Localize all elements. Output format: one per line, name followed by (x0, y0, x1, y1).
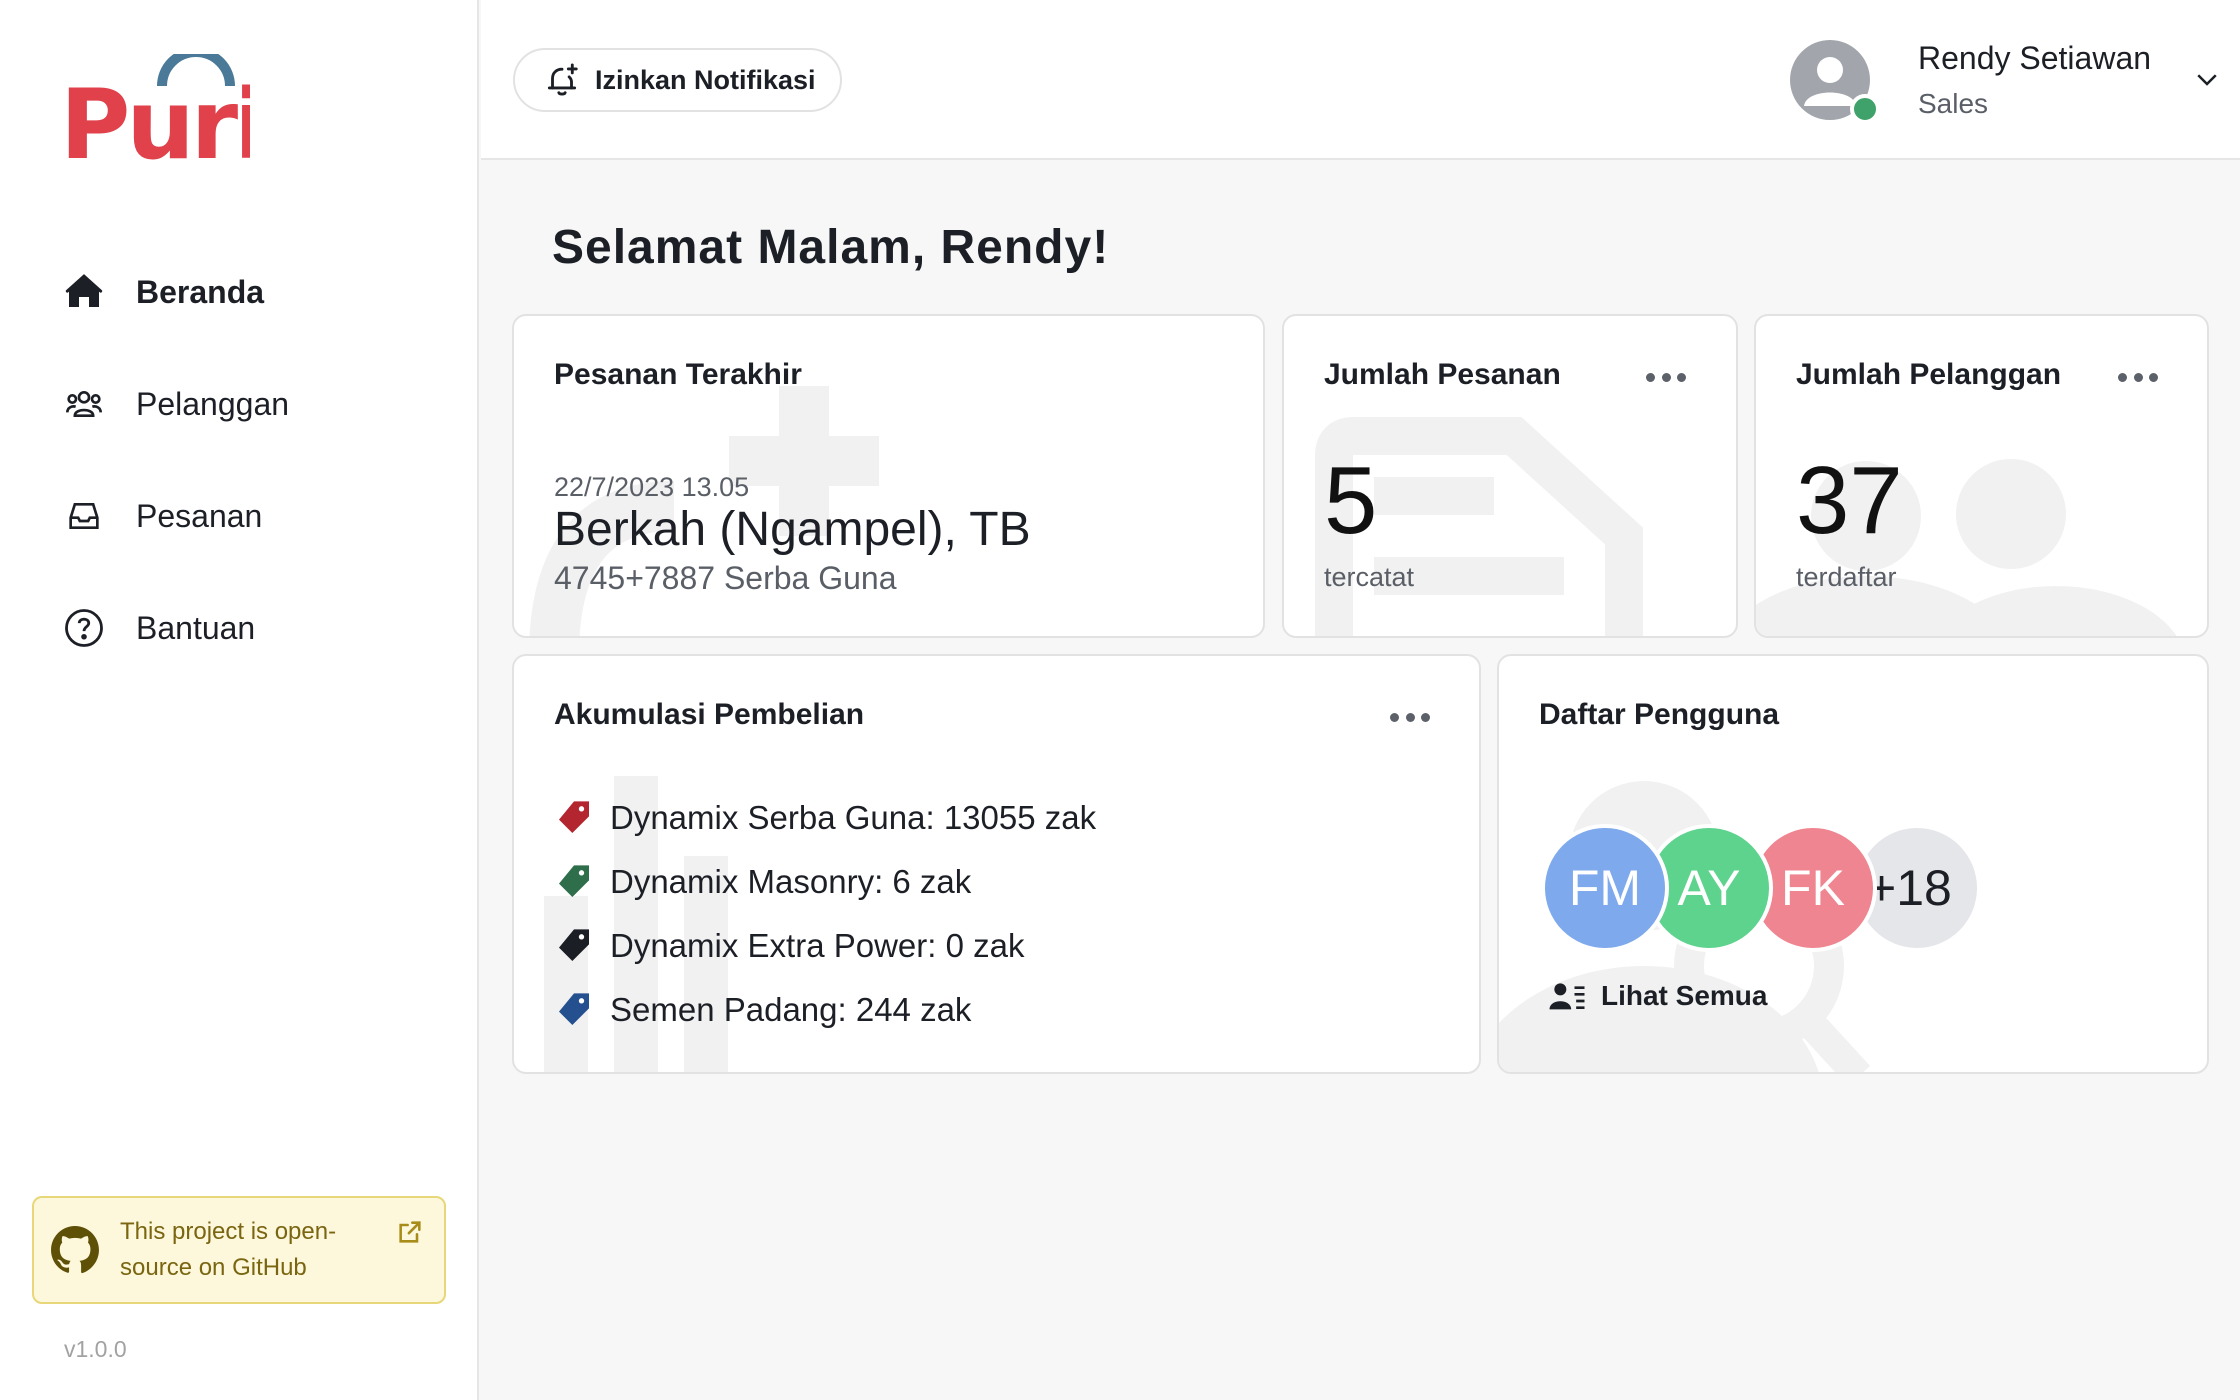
order-count-caption: tercatat (1324, 562, 1415, 592)
users-icon (60, 380, 108, 428)
list-item: Dynamix Masonry: 6 zak (554, 850, 1096, 914)
top-header: Izinkan Notifikasi Rendy Setiawan Sales (481, 0, 2240, 160)
online-status-dot (1850, 94, 1880, 124)
order-count-value: 5 (1324, 447, 1378, 554)
user-role: Sales (1918, 88, 1989, 119)
user-menu[interactable]: Rendy Setiawan Sales (1790, 34, 2230, 134)
more-options-button[interactable] (1646, 362, 1686, 392)
user-avatar: FM (1541, 824, 1669, 952)
tag-icon (554, 862, 594, 902)
nav-label: Pelanggan (136, 385, 290, 422)
chevron-down-icon (2192, 64, 2222, 94)
more-options-button[interactable] (2118, 362, 2158, 392)
svg-text:Puri: Puri (60, 69, 250, 164)
customer-count-caption: terdaftar (1796, 562, 1897, 592)
home-icon (60, 268, 108, 316)
card-title: Akumulasi Pembelian (554, 698, 865, 731)
card-title: Jumlah Pesanan (1324, 358, 1561, 391)
user-avatar-group[interactable]: FM AY FK +18 (1541, 824, 1981, 954)
app-version: v1.0.0 (64, 1336, 127, 1362)
card-title: Jumlah Pelanggan (1796, 358, 2062, 391)
accumulation-text: Semen Padang: 244 zak (610, 991, 972, 1028)
card-title: Daftar Pengguna (1539, 698, 1780, 731)
customer-count-card: Jumlah Pelanggan 37 terdaftar (1754, 314, 2209, 638)
tag-icon (554, 990, 594, 1030)
nav-label: Beranda (136, 273, 265, 310)
list-item: Semen Padang: 244 zak (554, 978, 1096, 1042)
sidebar: Puri Beranda Pelanggan Pesanan Bantuan T… (0, 0, 479, 1400)
nav-item-beranda[interactable]: Beranda (60, 236, 440, 348)
github-link[interactable]: This project is open-source on GitHub (32, 1196, 446, 1304)
nav-label: Pesanan (136, 497, 263, 534)
tag-icon (554, 926, 594, 966)
last-order-product: 4745+7887 Serba Guna (554, 560, 897, 596)
puri-logo[interactable]: Puri (60, 47, 267, 181)
bell-plus-icon (543, 61, 581, 99)
allow-notification-button[interactable]: Izinkan Notifikasi (513, 48, 842, 112)
accumulation-list: Dynamix Serba Guna: 13055 zak Dynamix Ma… (554, 786, 1096, 1042)
nav-item-bantuan[interactable]: Bantuan (60, 572, 440, 684)
allow-notification-label: Izinkan Notifikasi (595, 64, 816, 95)
list-item: Dynamix Serba Guna: 13055 zak (554, 786, 1096, 850)
accumulation-text: Dynamix Extra Power: 0 zak (610, 927, 1025, 964)
github-icon (50, 1225, 100, 1275)
card-title: Pesanan Terakhir (554, 358, 802, 391)
accumulation-text: Dynamix Masonry: 6 zak (610, 863, 972, 900)
user-list-card: Daftar Pengguna FM AY FK +18 Lihat Semua (1497, 654, 2209, 1074)
user-name: Rendy Setiawan (1918, 40, 2152, 76)
more-options-button[interactable] (1390, 702, 1430, 732)
nav-label: Bantuan (136, 609, 256, 646)
last-order-customer: Berkah (Ngampel), TB (554, 503, 1031, 556)
tag-icon (554, 798, 594, 838)
list-item: Dynamix Extra Power: 0 zak (554, 914, 1096, 978)
purchase-accumulation-card: Akumulasi Pembelian Dynamix Serba Guna: … (512, 654, 1481, 1074)
external-link-icon (396, 1218, 424, 1246)
inbox-icon (60, 492, 108, 540)
greeting-title: Selamat Malam, Rendy! (552, 221, 1110, 274)
user-list-icon (1547, 976, 1587, 1016)
accumulation-text: Dynamix Serba Guna: 13055 zak (610, 799, 1097, 836)
main-nav: Beranda Pelanggan Pesanan Bantuan (60, 236, 440, 684)
nav-item-pesanan[interactable]: Pesanan (60, 460, 440, 572)
help-icon (60, 604, 108, 652)
last-order-date: 22/7/2023 13.05 (554, 472, 750, 502)
see-all-users-button[interactable]: Lihat Semua (1547, 976, 1767, 1016)
nav-item-pelanggan[interactable]: Pelanggan (60, 348, 440, 460)
order-count-card: Jumlah Pesanan 5 tercatat (1282, 314, 1738, 638)
last-order-card[interactable]: Pesanan Terakhir 22/7/2023 13.05 Berkah … (512, 314, 1265, 638)
customer-count-value: 37 (1796, 447, 1903, 554)
github-text: This project is open-source on GitHub (120, 1218, 337, 1281)
see-all-label: Lihat Semua (1601, 980, 1768, 1011)
